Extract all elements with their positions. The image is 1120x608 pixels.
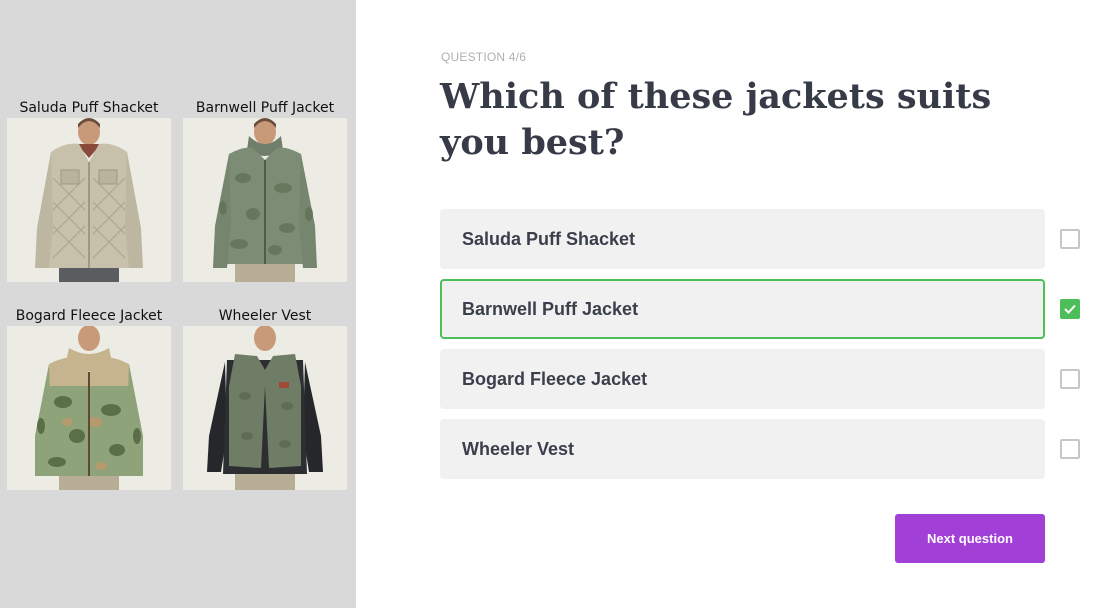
product-photo-saluda — [7, 118, 171, 282]
product-photo-barnwell — [183, 118, 347, 282]
answer-checkbox-wheeler[interactable] — [1060, 439, 1080, 459]
vest-photo-icon — [183, 326, 347, 490]
product-photo-wheeler — [183, 326, 347, 490]
answer-option-bogard[interactable]: Bogard Fleece Jacket — [440, 349, 1045, 409]
quiz-panel: QUESTION 4/6 Which of these jackets suit… — [356, 0, 1120, 608]
product-name: Saluda Puff Shacket — [19, 100, 159, 116]
answer-checkbox-saluda[interactable] — [1060, 229, 1080, 249]
answer-checkbox-bogard[interactable] — [1060, 369, 1080, 389]
product-name: Wheeler Vest — [218, 308, 312, 324]
jacket-photo-icon — [183, 118, 347, 282]
product-photo-bogard — [7, 326, 171, 490]
jacket-photo-icon — [7, 118, 171, 282]
product-name: Barnwell Puff Jacket — [195, 100, 335, 116]
answer-checkbox-barnwell[interactable] — [1060, 299, 1080, 319]
product-gallery: Saluda Puff Shacket Barnwell Puff Jacket… — [0, 0, 356, 608]
next-question-button[interactable]: Next question — [895, 514, 1045, 563]
check-icon — [1064, 304, 1076, 314]
answer-option-barnwell[interactable]: Barnwell Puff Jacket — [440, 279, 1045, 339]
question-progress: QUESTION 4/6 — [441, 50, 527, 64]
answer-option-wheeler[interactable]: Wheeler Vest — [440, 419, 1045, 479]
jacket-photo-icon — [7, 326, 171, 490]
answer-option-saluda[interactable]: Saluda Puff Shacket — [440, 209, 1045, 269]
question-title: Which of these jackets suits you best? — [440, 76, 992, 163]
product-name: Bogard Fleece Jacket — [15, 308, 163, 324]
